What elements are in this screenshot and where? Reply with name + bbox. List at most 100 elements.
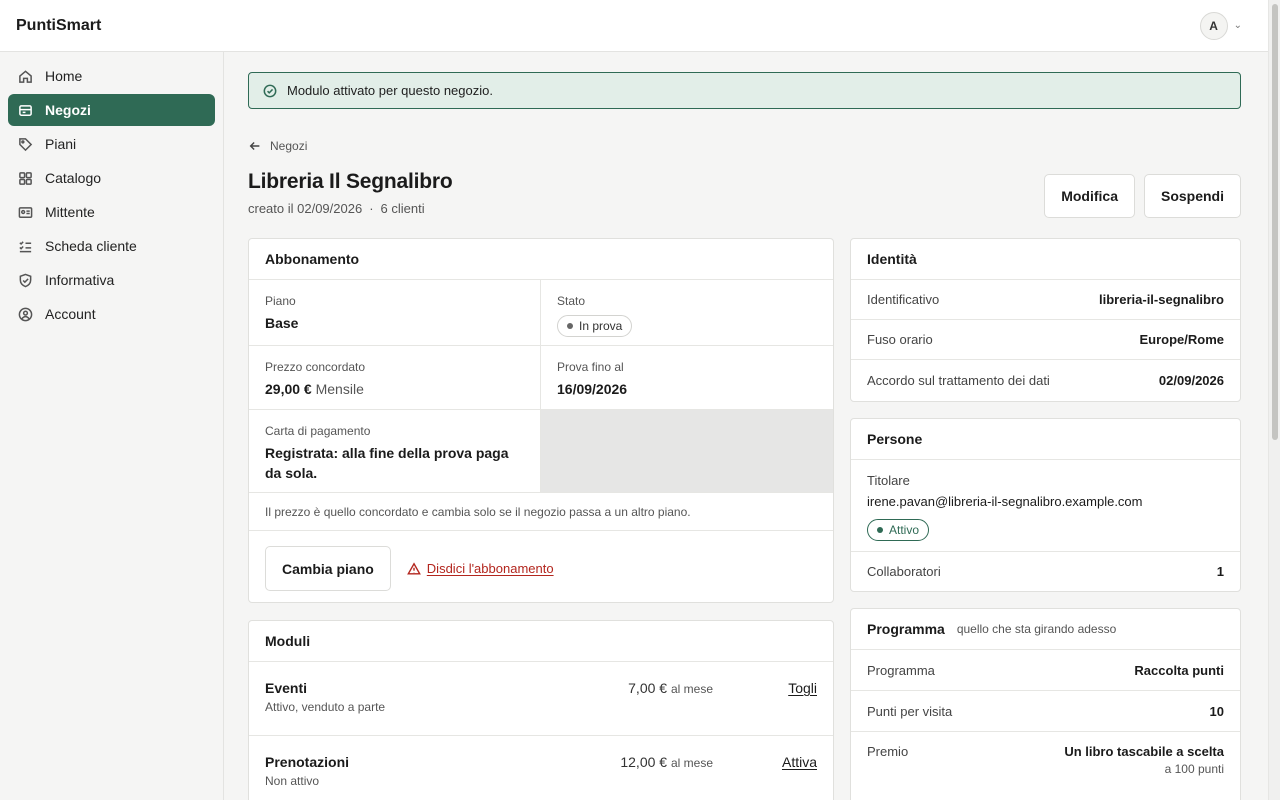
module-price-amount: 12,00 € <box>620 754 668 770</box>
remove-module-link[interactable]: Togli <box>713 680 817 696</box>
subscription-card: Abbonamento Piano Base Stato In prova Pr… <box>248 238 834 603</box>
card-title: Moduli <box>249 621 833 662</box>
top-bar: PuntiSmart A ⌄ <box>0 0 1268 52</box>
plan-label: Piano <box>265 294 296 308</box>
main-content: Modulo attivato per questo negozio. Nego… <box>248 72 1241 800</box>
module-price: 12,00 € al mese <box>565 754 713 770</box>
chevron-down-icon[interactable]: ⌄ <box>1234 20 1242 31</box>
page-title: Libreria Il Segnalibro <box>248 170 453 193</box>
module-desc: Non attivo <box>265 774 320 788</box>
success-alert: Modulo attivato per questo negozio. <box>248 72 1241 109</box>
module-row: Prenotazioni Non attivo 12,00 € al mese … <box>249 736 833 800</box>
sidebar-item-home[interactable]: Home <box>8 60 215 92</box>
home-icon <box>19 69 32 83</box>
module-desc: Attivo, venduto a parte <box>265 700 386 714</box>
status-label: Stato <box>557 294 586 308</box>
header-actions: Modifica Sospendi <box>1044 174 1241 218</box>
user-menu[interactable]: A ⌄ <box>1199 11 1242 40</box>
page-scrollbar[interactable] <box>1268 0 1280 800</box>
owner-block: Titolare irene.pavan@libreria-il-segnali… <box>851 460 1240 552</box>
sidebar-item-piani[interactable]: Piani <box>8 128 215 160</box>
price-label: Prezzo concordato <box>265 360 366 374</box>
row-key: Premio <box>867 744 909 759</box>
subscription-actions: Cambia piano Disdici l'abbonamento <box>249 531 833 602</box>
card-header: Programma quello che sta girando adesso <box>851 609 1240 650</box>
identity-row: Identificativo libreria-il-segnalibro <box>851 280 1240 320</box>
separator-dot: · <box>369 201 374 216</box>
status-cell: Stato In prova <box>541 280 833 346</box>
sidebar-item-scheda-cliente[interactable]: Scheda cliente <box>8 230 215 262</box>
price-cell: Prezzo concordato 29,00 € Mensile <box>249 346 541 410</box>
back-label[interactable]: Negozi <box>270 139 307 153</box>
trial-label: Prova fino al <box>557 360 624 374</box>
user-circle-icon <box>18 307 33 321</box>
status-text: In prova <box>579 319 623 333</box>
module-price: 7,00 € al mese <box>565 680 713 696</box>
card-cell: Carta di pagamento Registrata: alla fine… <box>249 410 541 493</box>
identity-row: Fuso orario Europe/Rome <box>851 320 1240 360</box>
warning-icon <box>406 561 421 575</box>
row-value: Raccolta punti <box>1134 662 1224 678</box>
sidebar-item-mittente[interactable]: Mittente <box>8 196 215 228</box>
status-dot <box>567 323 573 329</box>
sidebar-item-label: Negozi <box>45 102 91 118</box>
price-period: Mensile <box>315 381 364 397</box>
row-value: Un libro tascabile a scelta a 100 punti <box>1064 744 1224 776</box>
owner-status-badge: Attivo <box>867 519 930 541</box>
row-value: 10 <box>1209 703 1224 719</box>
modules-card: Moduli Eventi Attivo, venduto a parte 7,… <box>248 620 834 800</box>
status-badge: In prova <box>557 315 633 337</box>
identity-card: Identità Identificativo libreria-il-segna… <box>850 238 1241 402</box>
change-plan-button[interactable]: Cambia piano <box>265 546 391 591</box>
edit-button[interactable]: Modifica <box>1044 174 1135 218</box>
checklist-icon <box>19 240 32 252</box>
card-title: Abbonamento <box>249 239 833 280</box>
row-key: Collaboratori <box>867 564 941 579</box>
sidebar: Home Negozi Piani Catalogo Mittente Sche… <box>0 52 224 800</box>
program-card: Programma quello che sta girando adesso P… <box>850 608 1241 800</box>
row-key: Fuso orario <box>867 332 933 347</box>
scrollbar-thumb[interactable] <box>1272 4 1278 440</box>
brand-logo[interactable]: PuntiSmart <box>16 17 101 35</box>
activate-module-link[interactable]: Attiva <box>713 754 817 770</box>
price-amount: 29,00 € <box>265 381 312 397</box>
sidebar-item-account[interactable]: Account <box>8 298 215 330</box>
module-price-unit: al mese <box>670 756 713 770</box>
plan-cell: Piano Base <box>249 280 541 346</box>
sidebar-item-label: Scheda cliente <box>45 238 137 254</box>
subscription-grid: Piano Base Stato In prova Prezzo concord… <box>249 280 833 493</box>
sidebar-item-catalogo[interactable]: Catalogo <box>8 162 215 194</box>
row-value: Europe/Rome <box>1139 332 1224 347</box>
avatar[interactable]: A <box>1199 11 1228 40</box>
cancel-subscription-link[interactable]: Disdici l'abbonamento <box>406 561 554 576</box>
sidebar-item-informativa[interactable]: Informativa <box>8 264 215 296</box>
card-value: Registrata: alla fine della prova paga d… <box>265 445 509 481</box>
plan-value: Base <box>265 315 299 331</box>
card-title: Persone <box>851 419 1240 460</box>
back-link[interactable]: Negozi <box>248 139 307 153</box>
clients-count: 6 clienti <box>380 201 425 216</box>
card-label: Carta di pagamento <box>265 424 371 438</box>
owner-status-text: Attivo <box>889 523 920 537</box>
identity-row: Accordo sul trattamento dei dati 02/09/20… <box>851 360 1240 400</box>
row-value: 02/09/2026 <box>1158 372 1224 388</box>
reward-row: Premio Un libro tascabile a scelta a 100 p… <box>851 732 1240 790</box>
empty-cell <box>541 410 833 493</box>
people-card: Persone Titolare irene.pavan@libreria-il… <box>850 418 1241 592</box>
trial-cell: Prova fino al 16/09/2026 <box>541 346 833 410</box>
shield-icon <box>19 273 32 287</box>
card-subtitle: quello che sta girando adesso <box>956 622 1117 636</box>
sidebar-item-label: Account <box>45 306 96 322</box>
sidebar-item-negozi[interactable]: Negozi <box>8 94 215 126</box>
alert-text: Modulo attivato per questo negozio. <box>287 83 493 98</box>
check-circle-icon <box>263 84 277 97</box>
owner-label: Titolare <box>867 473 910 488</box>
cancel-label[interactable]: Disdici l'abbonamento <box>427 561 554 576</box>
suspend-button[interactable]: Sospendi <box>1143 174 1241 218</box>
row-key: Punti per visita <box>867 703 953 719</box>
module-name: Eventi <box>265 680 308 696</box>
module-price-unit: al mese <box>670 682 713 696</box>
page-meta: creato il 02/09/2026 · 6 clienti <box>248 201 425 216</box>
grid-icon <box>19 171 32 185</box>
module-row: Eventi Attivo, venduto a parte 7,00 € al… <box>249 662 833 736</box>
